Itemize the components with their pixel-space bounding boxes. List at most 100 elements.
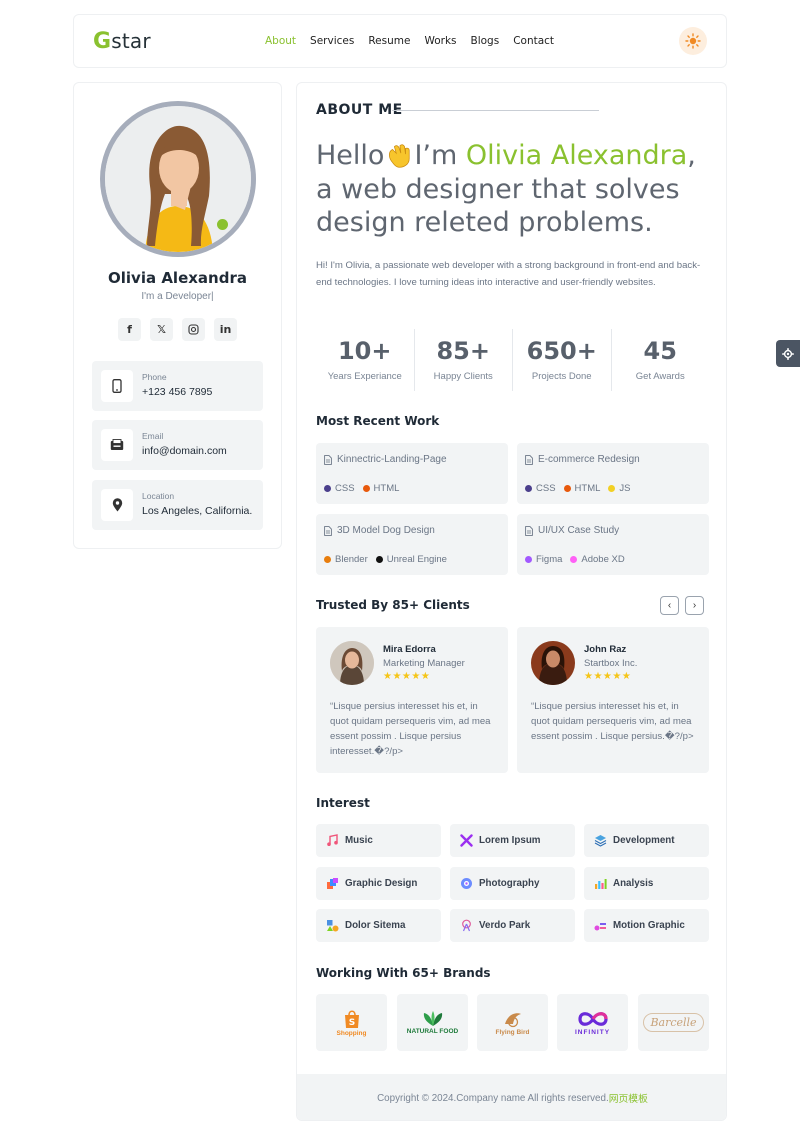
- profile-role: I'm a Developer|: [141, 291, 214, 302]
- interest-item[interactable]: Motion Graphic: [584, 909, 709, 942]
- location-pin-icon: [101, 489, 133, 521]
- intro-paragraph: Hi! I'm Olivia, a passionate web develop…: [316, 260, 701, 288]
- brand-logo-infinity[interactable]: INFINITY: [557, 994, 628, 1051]
- document-icon: [525, 454, 533, 465]
- sun-icon: [685, 33, 701, 49]
- carousel-next-button[interactable]: ›: [685, 596, 704, 615]
- shopping-bag-icon: S: [344, 1009, 359, 1028]
- interest-item[interactable]: Dolor Sitema: [316, 909, 441, 942]
- footer-link[interactable]: 网页模板: [609, 1091, 648, 1105]
- x-icon[interactable]: 𝕏: [150, 318, 173, 341]
- work-card[interactable]: Kinnectric-Landing-Page CSS HTML: [316, 443, 508, 504]
- leaf-icon: [423, 1010, 442, 1026]
- rating-stars-icon: ★★★★★: [584, 671, 632, 682]
- instagram-icon[interactable]: [182, 318, 205, 341]
- phone-value[interactable]: +123 456 7895: [142, 386, 212, 398]
- chevron-left-icon: ‹: [667, 600, 672, 611]
- bird-icon: [504, 1012, 521, 1027]
- section-heading-brands: Working With 65+ Brands: [316, 966, 491, 980]
- nav-resume[interactable]: Resume: [368, 35, 410, 47]
- client-avatar: [330, 641, 374, 685]
- theme-toggle-button[interactable]: [679, 27, 707, 55]
- waving-hand-icon: [389, 144, 411, 168]
- inbox-icon: [101, 429, 133, 461]
- testimonial-card: John Raz Startbox Inc. ★★★★★ “Lisque per…: [517, 627, 709, 773]
- ferris-wheel-icon: [462, 919, 471, 932]
- section-heading-recent-work: Most Recent Work: [316, 414, 440, 428]
- chevron-right-icon: ›: [692, 600, 697, 611]
- online-status-dot: [217, 219, 228, 230]
- client-role: Marketing Manager: [383, 658, 465, 669]
- settings-toggle-button[interactable]: [776, 340, 800, 367]
- nav-blogs[interactable]: Blogs: [471, 35, 500, 47]
- linkedin-icon[interactable]: in: [214, 318, 237, 341]
- camera-lens-icon: [461, 878, 472, 889]
- client-role: Startbox Inc.: [584, 658, 638, 669]
- section-heading-clients: Trusted By 85+ Clients: [316, 598, 470, 612]
- infinity-icon: [577, 1011, 608, 1026]
- work-card[interactable]: 3D Model Dog Design Blender Unreal Engin…: [316, 514, 508, 575]
- profile-name: Olivia Alexandra: [108, 269, 247, 287]
- interest-item[interactable]: Development: [584, 824, 709, 857]
- interest-item[interactable]: Music: [316, 824, 441, 857]
- heading-divider: [392, 110, 599, 111]
- testimonial-card: Mira Edorra Marketing Manager ★★★★★ “Lis…: [316, 627, 508, 773]
- copyright-text: Copyright © 2024.Company name All rights…: [377, 1092, 609, 1104]
- interest-item[interactable]: Lorem Ipsum: [450, 824, 575, 857]
- email-info: Email info@domain.com: [92, 420, 263, 470]
- brand-logo-shopping[interactable]: S Shopping: [316, 994, 387, 1051]
- social-links: f 𝕏 in: [118, 318, 237, 341]
- document-icon: [525, 525, 533, 536]
- top-navbar: Gstar About Services Resume Works Blogs …: [73, 14, 727, 68]
- interest-item[interactable]: Photography: [450, 867, 575, 900]
- carousel-prev-button[interactable]: ‹: [660, 596, 679, 615]
- shapes-icon: [327, 920, 339, 932]
- nav-works[interactable]: Works: [424, 35, 456, 47]
- phone-icon: [101, 370, 133, 402]
- svg-text:S: S: [348, 1018, 354, 1028]
- brand-logo-flying-bird[interactable]: Flying Bird: [477, 994, 548, 1051]
- document-icon: [324, 454, 332, 465]
- music-note-icon: [327, 834, 338, 846]
- facebook-icon[interactable]: f: [118, 318, 141, 341]
- main-nav: About Services Resume Works Blogs Contac…: [265, 35, 568, 47]
- carousel-controls: ‹ ›: [660, 596, 704, 615]
- profile-card: Olivia Alexandra I'm a Developer| f 𝕏 in…: [73, 82, 282, 549]
- interest-item[interactable]: Verdo Park: [450, 909, 575, 942]
- stat-item: 10+ Years Experiance: [316, 329, 415, 391]
- nav-services[interactable]: Services: [310, 35, 354, 47]
- logo[interactable]: Gstar: [93, 29, 151, 54]
- motion-icon: [594, 923, 606, 931]
- work-card[interactable]: UI/UX Case Study Figma Adobe XD: [517, 514, 709, 575]
- location-value: Los Angeles, California.: [142, 505, 253, 517]
- work-card[interactable]: E-commerce Redesign CSS HTML JS: [517, 443, 709, 504]
- main-content: ABOUT ME Hello I’m Olivia Alexandra, a we…: [296, 82, 727, 1121]
- nav-contact[interactable]: Contact: [513, 35, 554, 47]
- testimonial-quote: “Lisque persius interesset his et, in qu…: [330, 701, 491, 757]
- stat-item: 650+ Projects Done: [513, 329, 612, 391]
- stat-item: 45 Get Awards: [635, 337, 685, 382]
- phone-info: Phone +123 456 7895: [92, 361, 263, 411]
- hero-heading: Hello I’m Olivia Alexandra, a web designe…: [316, 140, 696, 238]
- client-avatar: [531, 641, 575, 685]
- interest-item[interactable]: Analysis: [584, 867, 709, 900]
- stat-item: 85+ Happy Clients: [415, 329, 513, 391]
- brand-logo-barcelle[interactable]: Barcelle: [638, 994, 709, 1051]
- layers-icon: [594, 835, 607, 847]
- brand-logo-natural-food[interactable]: NATURAL FOOD: [397, 994, 468, 1051]
- color-palette-icon: [327, 878, 338, 889]
- bar-chart-icon: [595, 879, 607, 889]
- footer: Copyright © 2024.Company name All rights…: [297, 1074, 726, 1120]
- nav-about[interactable]: About: [265, 35, 296, 47]
- interest-item[interactable]: Graphic Design: [316, 867, 441, 900]
- client-name: John Raz: [584, 644, 627, 655]
- section-heading-about: ABOUT ME: [316, 102, 403, 118]
- location-info: Location Los Angeles, California.: [92, 480, 263, 530]
- email-value[interactable]: info@domain.com: [142, 445, 227, 457]
- client-name: Mira Edorra: [383, 644, 436, 655]
- gear-icon: [782, 347, 794, 360]
- stats-row: 10+ Years Experiance 85+ Happy Clients 650…: [316, 329, 709, 391]
- avatar: [100, 101, 256, 257]
- section-heading-interest: Interest: [316, 796, 370, 810]
- document-icon: [324, 525, 332, 536]
